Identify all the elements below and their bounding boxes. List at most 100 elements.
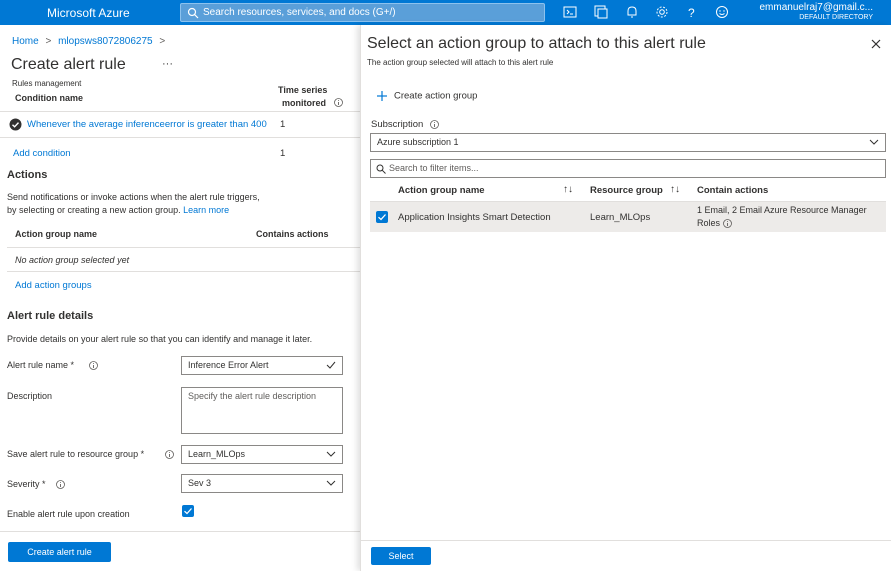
svg-text:?: ? [688,6,695,19]
col-action-group-name[interactable]: Action group name [398,185,485,196]
brand-title[interactable]: Microsoft Azure [47,6,130,20]
actions-heading: Actions [7,169,48,181]
breadcrumb-home[interactable]: Home [12,36,39,47]
sort-icon[interactable]: ↑↓ [563,184,573,195]
enable-rule-checkbox[interactable] [182,505,194,517]
info-icon[interactable] [165,450,174,459]
add-action-groups-link[interactable]: Add action groups [15,280,92,291]
plus-icon [377,91,387,101]
severity-select[interactable]: Sev 3 [181,474,343,493]
details-heading: Alert rule details [7,310,94,322]
description-textarea[interactable]: Specify the alert rule description [181,387,343,434]
more-options-button[interactable]: ··· [162,58,173,70]
condition-link[interactable]: Whenever the average inferenceerror is g… [27,119,267,130]
action-group-name-header: Action group name [15,229,98,239]
search-icon [376,164,386,174]
divider [0,531,360,532]
divider [7,247,360,248]
col-resource-group[interactable]: Resource group [590,185,663,196]
condition-name-header: Condition name [15,93,83,103]
contains-actions-header: Contains actions [256,229,329,239]
description-label: Description [7,391,53,401]
row-contain-actions-text: Roles [697,218,721,228]
actions-description: Send notifications or invoke actions whe… [7,192,260,202]
breadcrumb: Home > mlopsws8072806275 > [12,36,165,47]
resource-group-label: Save alert rule to resource group * [7,449,145,459]
panel-title: Select an action group to attach to this… [367,35,706,52]
add-condition-link[interactable]: Add condition [13,148,71,159]
chevron-down-icon [869,139,879,145]
create-action-group-label: Create action group [394,90,478,102]
condition-count: 1 [280,119,286,130]
breadcrumb-separator: > [45,36,52,47]
info-icon[interactable] [56,480,65,489]
divider [0,137,360,138]
enable-rule-label: Enable alert rule upon creation [7,509,130,519]
feedback-icon[interactable] [715,5,729,19]
empty-action-group-text: No action group selected yet [15,255,130,265]
alert-rule-name-label: Alert rule name * [7,360,75,370]
check-circle-icon [9,118,22,131]
info-icon[interactable] [89,361,98,370]
select-action-group-panel: Select an action group to attach to this… [360,25,891,571]
col-contain-actions: Contain actions [697,185,769,196]
user-directory: DEFAULT DIRECTORY [799,14,873,21]
search-icon [187,7,199,19]
page-subtitle: Rules management [12,79,82,88]
severity-value: Sev 3 [188,478,212,488]
details-description: Provide details on your alert rule so th… [7,334,313,344]
actions-description-line2: by selecting or creating a new action gr… [7,205,229,215]
help-icon[interactable]: ? [685,5,699,19]
create-alert-rule-button[interactable]: Create alert rule [8,542,111,562]
alert-rule-name-input[interactable]: Inference Error Alert [181,356,343,375]
create-action-group-button[interactable]: Create action group [376,90,477,102]
description-placeholder: Specify the alert rule description [188,391,317,401]
checkmark-icon [326,361,336,369]
filter-placeholder: Search to filter items... [389,163,479,173]
breadcrumb-separator: > [159,36,166,47]
resource-group-select[interactable]: Learn_MLOps [181,445,343,464]
panel-subtitle: The action group selected will attach to… [367,58,554,67]
divider [0,111,360,112]
row-resource-group: Learn_MLOps [590,212,651,223]
learn-more-link[interactable]: Learn more [183,205,229,215]
monitored-header: monitored [282,98,326,108]
info-icon[interactable] [722,219,732,229]
row-action-group-name: Application Insights Smart Detection [398,212,551,223]
table-row[interactable]: Application Insights Smart Detection Lea… [370,202,886,232]
row-contain-actions: 1 Email, 2 Email Azure Resource Manager [697,205,867,215]
notifications-icon[interactable] [625,5,639,19]
page-title: Create alert rule [11,56,126,73]
chevron-down-icon [326,480,336,486]
add-condition-count: 1 [280,148,286,159]
resource-group-value: Learn_MLOps [188,449,246,459]
cloud-shell-icon[interactable] [563,5,577,19]
info-icon[interactable] [334,98,343,107]
divider [361,540,891,541]
search-placeholder: Search resources, services, and docs (G+… [203,7,396,18]
divider [7,271,360,272]
top-bar: Microsoft Azure Search resources, servic… [0,0,891,25]
row-checkbox[interactable] [376,211,388,223]
global-search-input[interactable]: Search resources, services, and docs (G+… [180,3,545,22]
directory-filter-icon[interactable] [594,5,608,19]
subscription-value: Azure subscription 1 [377,137,459,147]
time-series-header: Time series [278,85,328,95]
chevron-down-icon [326,451,336,457]
close-icon[interactable] [870,38,882,50]
sort-icon[interactable]: ↑↓ [670,184,680,195]
row-contain-actions-line2: Roles [697,218,732,229]
settings-icon[interactable] [655,5,669,19]
info-icon[interactable] [430,120,439,129]
breadcrumb-resource[interactable]: mlopsws8072806275 [58,36,153,47]
user-email: emmanuelraj7@gmail.c... [759,2,873,13]
filter-input[interactable]: Search to filter items... [370,159,886,178]
actions-description-text: by selecting or creating a new action gr… [7,205,181,215]
alert-rule-name-value: Inference Error Alert [188,360,269,370]
account-menu[interactable]: emmanuelraj7@gmail.c... DEFAULT DIRECTOR… [759,2,873,21]
severity-label: Severity * [7,479,46,489]
subscription-label: Subscription [371,119,424,130]
subscription-select[interactable]: Azure subscription 1 [370,133,886,152]
select-button[interactable]: Select [371,547,431,565]
create-alert-rule-blade: Home > mlopsws8072806275 > Create alert … [0,25,360,571]
